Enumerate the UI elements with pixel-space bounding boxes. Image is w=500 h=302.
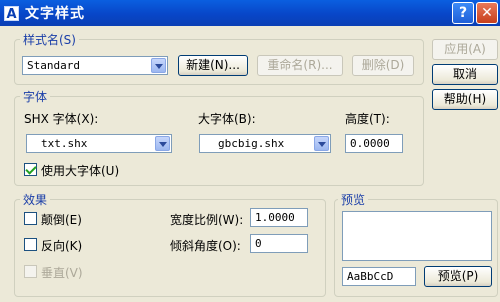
vertical-label: 垂直(V) — [41, 266, 83, 280]
window-title: 文字样式 — [25, 6, 85, 22]
use-big-font-checkbox[interactable] — [24, 163, 37, 176]
help-title-button[interactable]: ? — [452, 2, 474, 24]
chevron-down-icon[interactable] — [151, 58, 166, 73]
width-factor-label: 宽度比例(W): — [170, 213, 244, 227]
preview-group-label: 预览 — [338, 191, 369, 208]
big-font-dropdown[interactable]: gbcbig.shx — [199, 134, 331, 153]
style-name-value: Standard — [27, 59, 80, 72]
oblique-angle-label: 倾斜角度(O): — [170, 239, 241, 253]
style-name-label: 样式名(S) — [20, 31, 79, 48]
title-bar: A 文字样式 ? ✕ — [0, 0, 500, 26]
app-icon: A — [4, 5, 19, 22]
big-font-label: 大字体(B): — [198, 112, 256, 126]
use-big-font-label: 使用大字体(U) — [41, 164, 120, 178]
upside-down-label: 颠倒(E) — [41, 213, 82, 227]
vertical-checkbox[interactable] — [24, 265, 37, 278]
width-factor-input[interactable]: 1.0000 — [250, 208, 308, 227]
rename-style-button[interactable]: 重命名(R)... — [257, 55, 343, 76]
font-group-label: 字体 — [20, 88, 51, 105]
height-input[interactable]: 0.0000 — [345, 134, 403, 153]
shx-font-label: SHX 字体(X): — [24, 112, 99, 126]
chevron-down-icon[interactable] — [155, 136, 170, 151]
upside-down-checkbox[interactable] — [24, 212, 37, 225]
shx-font-dropdown[interactable]: txt.shx — [26, 134, 172, 153]
oblique-angle-input[interactable]: 0 — [250, 234, 308, 253]
preview-text-input[interactable]: AaBbCcD — [342, 267, 416, 286]
preview-button[interactable]: 预览(P) — [424, 266, 492, 287]
style-name-dropdown[interactable]: Standard — [22, 56, 168, 75]
effects-group-label: 效果 — [20, 191, 51, 208]
chevron-down-icon[interactable] — [314, 136, 329, 151]
cancel-button[interactable]: 取消 — [432, 64, 498, 85]
new-style-button[interactable]: 新建(N)... — [178, 55, 248, 76]
apply-button[interactable]: 应用(A) — [432, 39, 498, 60]
shx-font-value: txt.shx — [41, 137, 88, 150]
help-button[interactable]: 帮助(H) — [432, 89, 498, 110]
close-icon[interactable]: ✕ — [476, 2, 498, 24]
big-font-value: gbcbig.shx — [218, 137, 285, 150]
height-label: 高度(T): — [345, 112, 390, 126]
delete-style-button[interactable]: 删除(D) — [352, 55, 414, 76]
backwards-checkbox[interactable] — [24, 238, 37, 251]
preview-area — [342, 211, 492, 261]
backwards-label: 反向(K) — [41, 239, 83, 253]
